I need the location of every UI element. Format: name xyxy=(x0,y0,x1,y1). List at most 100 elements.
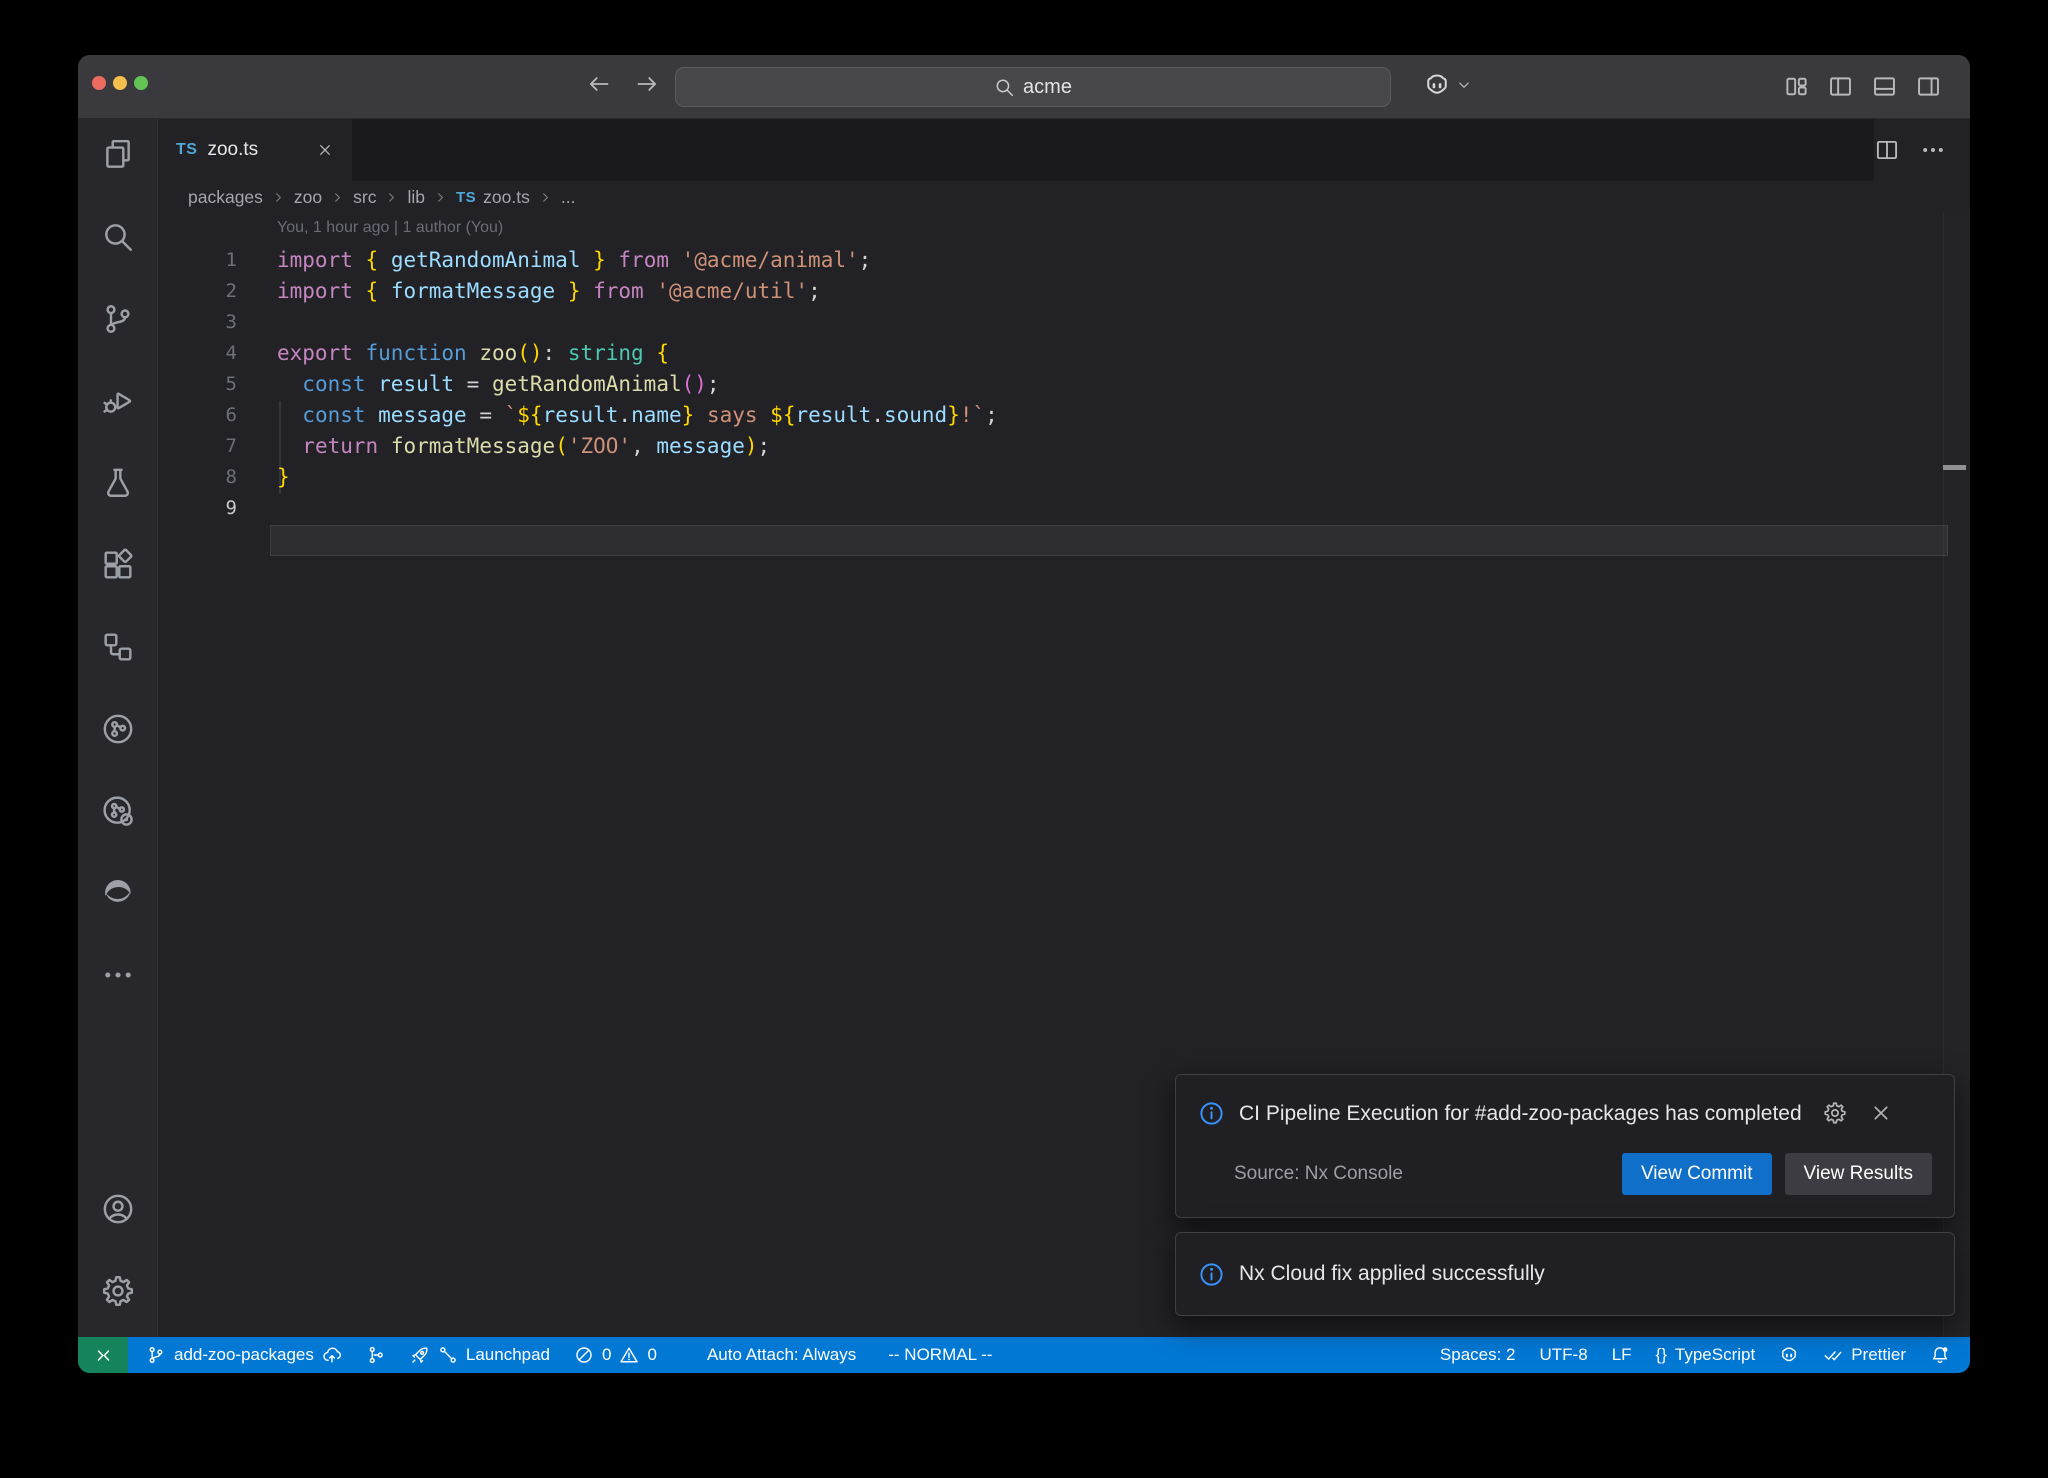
breadcrumb-label: src xyxy=(353,187,376,208)
problems[interactable]: 00 xyxy=(562,1337,669,1373)
line-number: 5 xyxy=(158,369,237,400)
label: add-zoo-packages xyxy=(174,1345,314,1365)
activity-item-accounts[interactable] xyxy=(78,1173,158,1245)
indent-guide xyxy=(279,401,281,494)
current-line-highlight xyxy=(270,525,1948,556)
indentation[interactable]: Spaces: 2 xyxy=(1428,1337,1528,1373)
remote-indicator[interactable] xyxy=(78,1337,128,1373)
activity-item-edge-tools[interactable] xyxy=(78,857,158,929)
toggle-panel-button[interactable] xyxy=(1871,73,1898,100)
chevron-right-icon xyxy=(538,190,553,205)
branch[interactable]: add-zoo-packages xyxy=(134,1337,354,1373)
encoding[interactable]: UTF-8 xyxy=(1528,1337,1600,1373)
view-results-button[interactable]: View Results xyxy=(1785,1153,1932,1195)
edge-icon xyxy=(101,876,135,910)
code-line: 3 xyxy=(158,307,1970,338)
files-icon xyxy=(101,138,135,172)
code-text: const result = getRandomAnimal(); xyxy=(277,369,720,400)
notification-toasts: CI Pipeline Execution for #add-zoo-packa… xyxy=(1175,1074,1955,1316)
back-icon[interactable] xyxy=(586,71,612,97)
testing-icon xyxy=(101,466,135,500)
activity-item-nx-cloud[interactable] xyxy=(78,775,158,847)
vim-mode[interactable]: -- NORMAL -- xyxy=(876,1337,1004,1373)
gear-icon[interactable] xyxy=(1823,1101,1847,1125)
source-control-graph[interactable] xyxy=(354,1337,398,1373)
bell-dot-icon xyxy=(1930,1345,1950,1365)
line-number: 8 xyxy=(158,462,237,493)
split-editor-button[interactable] xyxy=(1874,137,1900,163)
label: UTF-8 xyxy=(1540,1345,1588,1365)
activity-item-explorer[interactable] xyxy=(78,119,158,191)
double-check-icon xyxy=(1823,1345,1843,1365)
toggle-secondary-sidebar-button[interactable] xyxy=(1915,73,1942,100)
view-commit-button[interactable]: View Commit xyxy=(1622,1153,1772,1195)
code-line: 5 const result = getRandomAnimal(); xyxy=(158,369,1970,400)
code-line: 9 xyxy=(158,493,1970,524)
rocket-icon xyxy=(410,1345,430,1365)
auto-attach[interactable]: Auto Attach: Always xyxy=(695,1337,868,1373)
code-text: return formatMessage('ZOO', message); xyxy=(277,431,770,462)
activity-item-references[interactable] xyxy=(78,611,158,683)
toggle-primary-sidebar-button[interactable] xyxy=(1827,73,1854,100)
activity-item-search[interactable] xyxy=(78,201,158,273)
activity-item-extensions[interactable] xyxy=(78,529,158,601)
copilot-status[interactable] xyxy=(1767,1337,1811,1373)
label: Prettier xyxy=(1851,1345,1906,1365)
code-text: import { formatMessage } from '@acme/uti… xyxy=(277,276,821,307)
breadcrumb-label: lib xyxy=(407,187,425,208)
layout-controls xyxy=(1783,73,1942,100)
warning-icon xyxy=(619,1345,639,1365)
close-icon[interactable] xyxy=(1869,1101,1893,1125)
copilot-icon xyxy=(1779,1345,1799,1365)
activity-item-additional-views[interactable] xyxy=(78,939,158,1011)
activity-item-nx-console[interactable] xyxy=(78,693,158,765)
copilot-menu[interactable] xyxy=(1423,71,1473,99)
launchpad[interactable]: Launchpad xyxy=(398,1337,562,1373)
label: {} xyxy=(1656,1345,1667,1365)
activity-item-settings[interactable] xyxy=(78,1255,158,1327)
breadcrumb-item[interactable]: zoo xyxy=(294,187,322,208)
editor-actions xyxy=(1874,119,1970,181)
line-number: 3 xyxy=(158,307,237,338)
chevron-right-icon xyxy=(384,190,399,205)
breadcrumb-item[interactable]: TSzoo.ts xyxy=(456,187,530,208)
forward-icon[interactable] xyxy=(634,71,660,97)
activity-item-testing[interactable] xyxy=(78,447,158,519)
cloud-upload-icon xyxy=(322,1345,342,1365)
overview-ruler-marker xyxy=(1943,465,1966,470)
tab-bar: TS zoo.ts xyxy=(158,119,1970,181)
breadcrumb-item[interactable]: src xyxy=(353,187,376,208)
chevron-down-icon xyxy=(1455,76,1473,94)
breadcrumb-label: packages xyxy=(188,187,263,208)
search-value: acme xyxy=(1023,76,1072,99)
language-mode[interactable]: {}TypeScript xyxy=(1644,1337,1768,1373)
notifications-bell[interactable] xyxy=(1918,1337,1962,1373)
nx-cloud-icon xyxy=(101,794,135,828)
notification-source: Source: Nx Console xyxy=(1234,1163,1403,1185)
breadcrumb-item[interactable]: packages xyxy=(188,187,263,208)
command-center-search[interactable]: acme xyxy=(675,67,1391,107)
breadcrumb-item[interactable]: lib xyxy=(407,187,425,208)
close-icon[interactable] xyxy=(316,141,334,159)
activity-item-run-debug[interactable] xyxy=(78,365,158,437)
eol[interactable]: LF xyxy=(1600,1337,1644,1373)
code-text: export function zoo(): string { xyxy=(277,338,669,369)
zoom-window-button[interactable] xyxy=(134,76,148,90)
typescript-file-icon: TS xyxy=(176,141,197,159)
minimize-window-button[interactable] xyxy=(113,76,127,90)
label: Launchpad xyxy=(466,1345,550,1365)
close-window-button[interactable] xyxy=(92,76,106,90)
more-actions-button[interactable] xyxy=(1920,137,1946,163)
extensions-icon xyxy=(101,548,135,582)
formatter[interactable]: Prettier xyxy=(1811,1337,1918,1373)
code-line: 4export function zoo(): string { xyxy=(158,338,1970,369)
notification-ci-pipeline: CI Pipeline Execution for #add-zoo-packa… xyxy=(1175,1074,1955,1218)
activity-item-source-control[interactable] xyxy=(78,283,158,355)
code-line: 6 const message = `${result.name} says $… xyxy=(158,400,1970,431)
error-icon xyxy=(574,1345,594,1365)
label: -- NORMAL -- xyxy=(888,1345,992,1365)
info-icon xyxy=(1198,1261,1225,1288)
tab-zoo-ts[interactable]: TS zoo.ts xyxy=(158,119,352,181)
customize-layout-button[interactable] xyxy=(1783,73,1810,100)
breadcrumb-item[interactable]: ... xyxy=(561,187,576,208)
